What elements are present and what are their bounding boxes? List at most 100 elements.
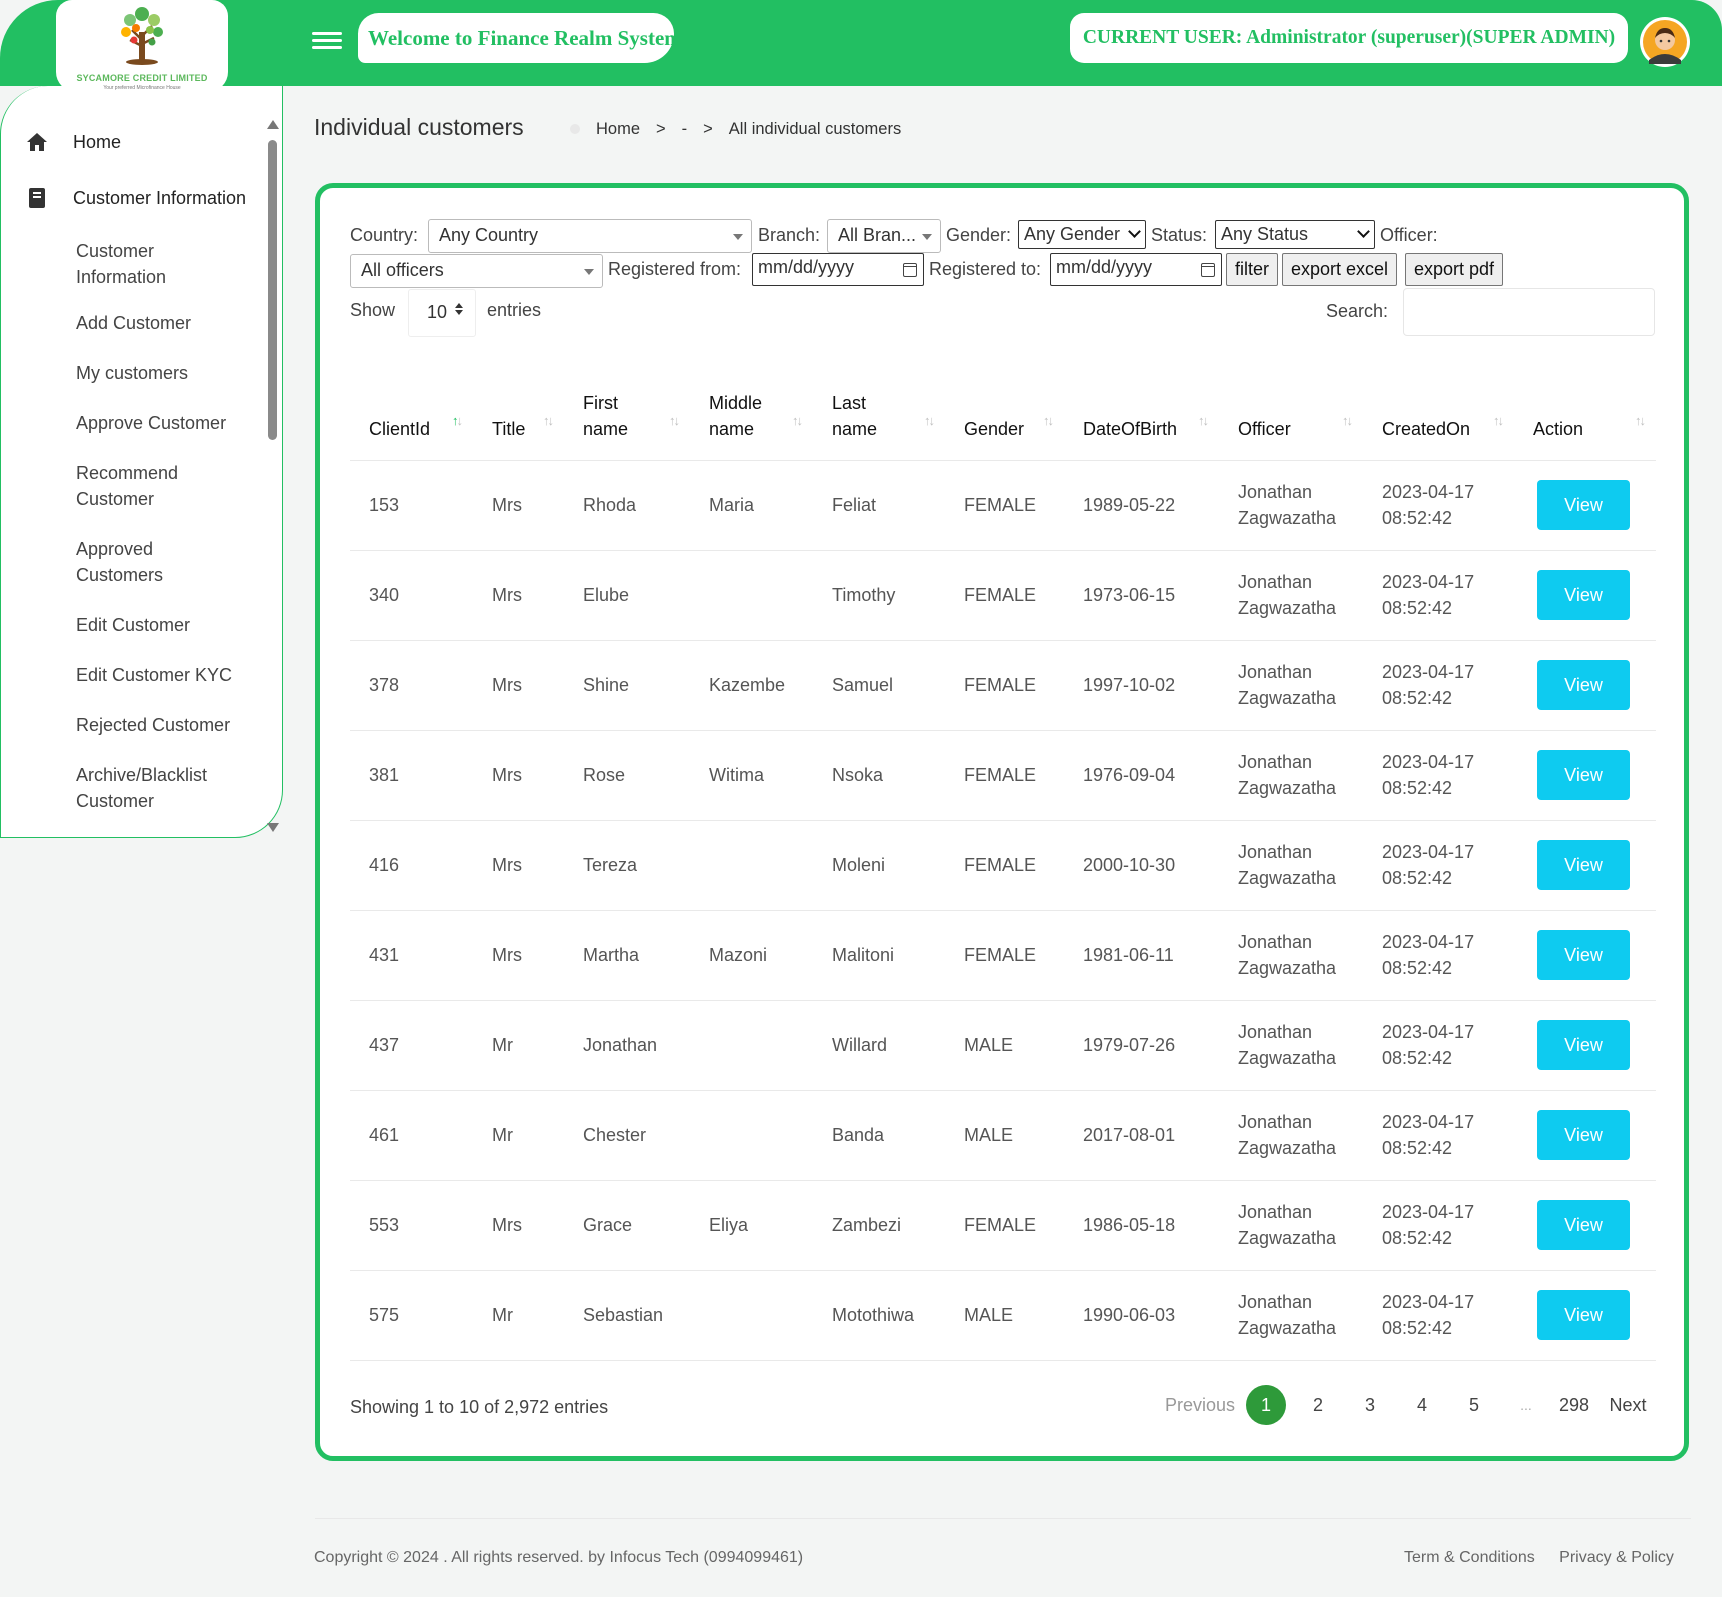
footer-terms-link[interactable]: Term & Conditions (1404, 1549, 1535, 1566)
column-header-last-name[interactable]: Last name ↑↓ (813, 370, 945, 461)
scroll-down-icon[interactable] (267, 823, 279, 832)
search-input[interactable] (1403, 288, 1655, 336)
cell-middle-name (690, 1270, 813, 1361)
view-button[interactable]: View (1537, 570, 1630, 620)
sidebar-item-approved-customers[interactable]: Approved Customers (1, 536, 261, 588)
column-header-middle-name[interactable]: Middle name ↑↓ (690, 370, 813, 461)
column-header-dob[interactable]: DateOfBirth ↑↓ (1064, 370, 1219, 461)
footer-privacy-link[interactable]: Privacy & Policy (1559, 1549, 1674, 1566)
scroll-up-icon[interactable] (267, 120, 279, 129)
country-select[interactable]: Any Country (428, 219, 752, 253)
view-button[interactable]: View (1537, 1020, 1630, 1070)
sidebar-item-my-customers[interactable]: My customers (1, 360, 261, 386)
sort-icon[interactable]: ↑↓ (1043, 408, 1054, 434)
user-avatar[interactable] (1640, 17, 1690, 67)
sidebar-item-customer-information[interactable]: Customer Information (1, 238, 261, 290)
view-button[interactable]: View (1537, 930, 1630, 980)
pagination-page[interactable]: 2 (1298, 1385, 1338, 1425)
pagination-page[interactable]: 1 (1246, 1385, 1286, 1425)
pagination-next[interactable]: Next (1606, 1395, 1650, 1416)
sort-asc-icon[interactable]: ↑↓ (452, 408, 463, 434)
officer-last: Zagwazatha (1238, 1318, 1337, 1338)
pagination-last-page[interactable]: 298 (1552, 1395, 1596, 1416)
cell-created-on: 2023-04-17 08:52:42 (1363, 910, 1514, 1001)
column-header-created-on[interactable]: CreatedOn ↑↓ (1363, 370, 1514, 461)
sidebar-item-edit-customer[interactable]: Edit Customer (1, 612, 261, 638)
cell-first-name: Sebastian (564, 1270, 690, 1361)
column-header-officer[interactable]: Officer ↑↓ (1219, 370, 1363, 461)
column-header-first-name[interactable]: First name ↑↓ (564, 370, 690, 461)
sort-icon[interactable]: ↑↓ (792, 408, 803, 434)
officer-select[interactable]: All officers (350, 254, 603, 288)
sort-icon[interactable]: ↑↓ (1198, 408, 1209, 434)
home-icon (23, 130, 51, 154)
sidebar-item-edit-customer-kyc[interactable]: Edit Customer KYC (1, 662, 261, 688)
view-button[interactable]: View (1537, 840, 1630, 890)
export-excel-button[interactable]: export excel (1282, 253, 1398, 286)
sort-icon[interactable]: ↑↓ (669, 408, 680, 434)
entries-select[interactable]: 10 (408, 289, 476, 337)
column-header-clientid[interactable]: ClientId ↑↓ (350, 370, 473, 461)
view-button[interactable]: View (1537, 480, 1630, 530)
view-button[interactable]: View (1537, 1110, 1630, 1160)
cell-first-name: Jonathan (564, 1000, 690, 1091)
scroll-thumb[interactable] (268, 140, 277, 440)
cell-gender: FEMALE (945, 730, 1064, 821)
created-date: 2023-04-17 (1382, 1292, 1475, 1312)
column-header-gender[interactable]: Gender ↑↓ (945, 370, 1064, 461)
cell-gender: FEMALE (945, 820, 1064, 911)
sidebar-item-add-customer[interactable]: Add Customer (1, 310, 261, 336)
column-header-action[interactable]: Action ↑↓ (1514, 370, 1656, 461)
sidebar-item-approve-customer[interactable]: Approve Customer (1, 410, 261, 436)
pagination-previous[interactable]: Previous (1160, 1395, 1240, 1416)
view-button[interactable]: View (1537, 1290, 1630, 1340)
registered-to-input[interactable]: mm/dd/yyyy (1050, 253, 1222, 286)
sidebar-menu: Home Customer Information Customer Infor… (1, 114, 261, 814)
table-row: 381 Mrs Rose Witima Nsoka FEMALE 1976-09… (350, 730, 1656, 821)
breadcrumb-home[interactable]: Home (596, 120, 640, 139)
branch-select[interactable]: All Bran... (827, 219, 941, 253)
calendar-icon[interactable] (1201, 263, 1215, 277)
sidebar-scrollbar[interactable] (266, 120, 279, 832)
gender-select[interactable]: Any Gender (1018, 220, 1146, 249)
sidebar-section-customer-information[interactable]: Customer Information (1, 170, 261, 226)
sidebar-item-home[interactable]: Home (1, 114, 261, 170)
sidebar-item-archive-blacklist[interactable]: Archive/Blacklist Customer (1, 762, 261, 814)
cell-dob: 1976-09-04 (1064, 730, 1219, 821)
view-button[interactable]: View (1537, 660, 1630, 710)
status-select[interactable]: Any Status (1215, 220, 1375, 249)
pagination-page[interactable]: 4 (1402, 1385, 1442, 1425)
menu-toggle-icon[interactable] (312, 28, 342, 54)
sort-icon[interactable]: ↑↓ (1342, 408, 1353, 434)
created-date: 2023-04-17 (1382, 932, 1475, 952)
calendar-icon[interactable] (903, 263, 917, 277)
column-header-title[interactable]: Title ↑↓ (473, 370, 564, 461)
sidebar-item-recommend-customer[interactable]: Recommend Customer (1, 460, 261, 512)
view-button[interactable]: View (1537, 1200, 1630, 1250)
pagination-page[interactable]: 5 (1454, 1385, 1494, 1425)
cell-created-on: 2023-04-17 08:52:42 (1363, 820, 1514, 911)
cell-clientid: 416 (350, 820, 473, 911)
sort-icon[interactable]: ↑↓ (1493, 408, 1504, 434)
cell-last-name: Feliat (813, 460, 945, 551)
sort-icon[interactable]: ↑↓ (924, 408, 935, 434)
cell-officer: Jonathan Zagwazatha (1219, 1270, 1363, 1361)
table-row: 153 Mrs Rhoda Maria Feliat FEMALE 1989-0… (350, 460, 1656, 551)
filter-button[interactable]: filter (1226, 253, 1279, 286)
export-pdf-button[interactable]: export pdf (1405, 253, 1504, 286)
sidebar-item-rejected-customer[interactable]: Rejected Customer (1, 712, 261, 738)
sort-icon[interactable]: ↑↓ (543, 408, 554, 434)
registered-from-input[interactable]: mm/dd/yyyy (752, 253, 924, 286)
company-logo[interactable]: SYCAMORE CREDIT LIMITED Your preferred M… (56, 0, 228, 92)
sort-down-icon (455, 310, 463, 315)
chevron-down-icon (1357, 225, 1370, 238)
cell-created-on: 2023-04-17 08:52:42 (1363, 1270, 1514, 1361)
officer-last: Zagwazatha (1238, 688, 1337, 708)
sort-icon[interactable]: ↑↓ (1635, 408, 1646, 434)
pagination-page[interactable]: 3 (1350, 1385, 1390, 1425)
cell-dob: 1981-06-11 (1064, 910, 1219, 1001)
cell-action: View (1514, 910, 1656, 1001)
view-button[interactable]: View (1537, 750, 1630, 800)
avatar-icon (1643, 20, 1687, 64)
breadcrumb-middle[interactable]: - (682, 120, 688, 139)
